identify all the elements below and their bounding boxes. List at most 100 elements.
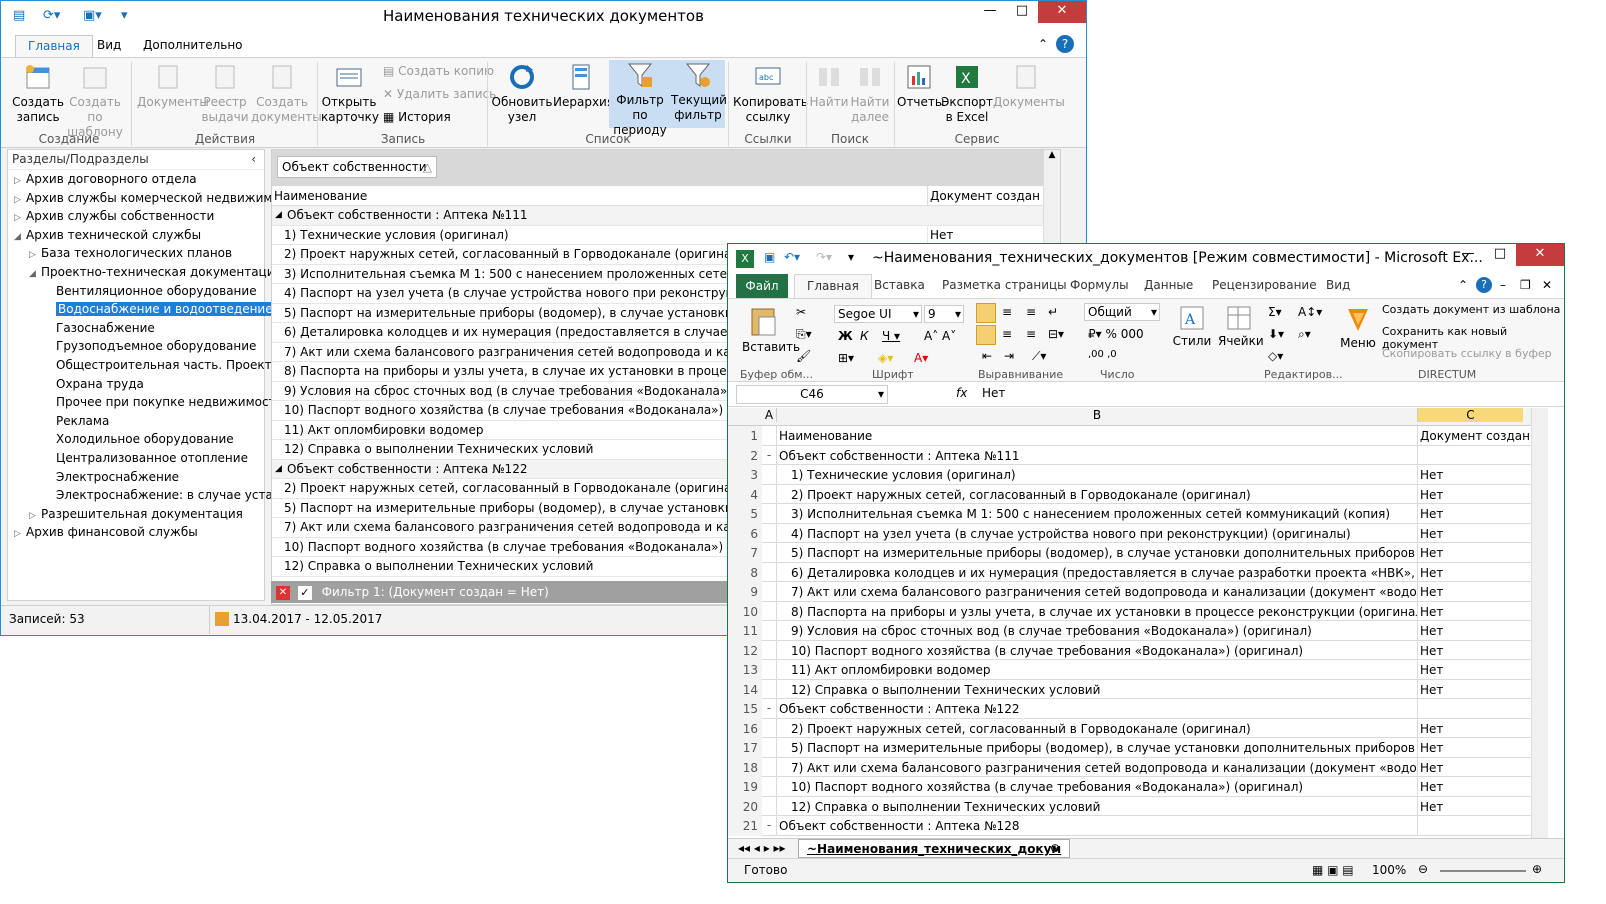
cell-c[interactable]: Нет <box>1417 582 1523 602</box>
row-number[interactable]: 2 <box>728 445 762 465</box>
close-button[interactable]: ✕ <box>1038 1 1086 23</box>
cell-a[interactable] <box>762 504 776 524</box>
cell-b[interactable]: 7) Акт или схема балансового разграничен… <box>776 582 1417 602</box>
row-number[interactable]: 3 <box>728 465 762 485</box>
tree-item[interactable]: Централизованное отопление <box>8 449 264 468</box>
tab-page-layout[interactable]: Разметка страницы <box>942 278 1067 292</box>
row-number[interactable]: 12 <box>728 640 762 660</box>
column-name-header[interactable]: Наименование <box>274 189 367 203</box>
cell-c[interactable]: Нет <box>1417 660 1523 680</box>
cell-c[interactable]: Нет <box>1417 621 1523 641</box>
tab-view[interactable]: Вид <box>1326 278 1350 292</box>
row-number[interactable]: 13 <box>728 660 762 680</box>
excel-app-icon[interactable]: X <box>736 250 754 268</box>
sheet-row[interactable]: 10 8) Паспорта на приборы и узлы учета, в… <box>728 601 1548 621</box>
reports-button[interactable]: Отчеты <box>897 62 944 110</box>
paste-button[interactable]: Вставить <box>742 305 800 354</box>
sheet-row[interactable]: 1 Наименование Документ создан <box>728 426 1548 446</box>
sheet-vscroll[interactable] <box>1531 408 1548 838</box>
tree-item[interactable]: ▷ База технологических планов <box>8 244 264 263</box>
cell-a[interactable]: - <box>762 699 776 719</box>
row-number[interactable]: 6 <box>728 523 762 543</box>
row-number[interactable]: 4 <box>728 484 762 504</box>
tree-item[interactable]: ▷ Архив службы собственности <box>8 207 264 226</box>
create-from-template-button[interactable]: Создать документ из шаблона <box>1382 303 1560 316</box>
cell-c[interactable]: Нет <box>1417 601 1523 621</box>
cell-a[interactable] <box>762 777 776 797</box>
cell-c[interactable]: Нет <box>1417 757 1523 777</box>
view-mode-icons[interactable]: ▦ ▣ ▤ <box>1312 863 1354 877</box>
row-number[interactable]: 19 <box>728 777 762 797</box>
tree-item[interactable]: Реклама <box>8 412 264 431</box>
collapse-group-icon[interactable]: ◢ <box>275 206 282 225</box>
excel-maximize-button[interactable]: □ <box>1484 244 1516 266</box>
tree-item[interactable]: ◢ Архив технической службы <box>8 226 264 245</box>
sheet-tab-active[interactable]: ~Наименования_технических_докум <box>798 839 1071 858</box>
cell-c[interactable] <box>1417 816 1523 836</box>
align-top-button[interactable] <box>976 303 996 323</box>
tree-item[interactable]: ◢ Проектно-техническая документация <box>8 263 282 283</box>
zoom-out-icon[interactable]: ⊖ <box>1418 862 1428 876</box>
registry-button[interactable]: Реестр выдачи <box>201 62 249 125</box>
cell-a[interactable] <box>762 543 776 563</box>
italic-button[interactable]: К <box>860 329 869 343</box>
cell-b[interactable]: 5) Паспорт на измерительные приборы (вод… <box>776 543 1417 563</box>
excel-close-button[interactable]: ✕ <box>1516 244 1564 266</box>
tree-expander-icon[interactable]: ▷ <box>29 246 41 264</box>
row-number[interactable]: 18 <box>728 757 762 777</box>
autosum-icon[interactable]: Σ▾ <box>1268 305 1282 319</box>
tree-item[interactable]: Электроснабжение <box>8 468 264 487</box>
cell-a[interactable] <box>762 758 776 778</box>
cell-c[interactable]: Нет <box>1417 465 1523 485</box>
tree-expander-icon[interactable]: ▷ <box>14 172 26 190</box>
align-middle-button[interactable]: ≡ <box>1002 305 1012 319</box>
cell-a[interactable] <box>762 524 776 544</box>
row-number[interactable]: 8 <box>728 562 762 582</box>
create-documents-button[interactable]: Создать документы <box>251 62 322 125</box>
cell-b[interactable]: 10) Паспорт водного хозяйства (в случае … <box>776 777 1417 797</box>
export-excel-button[interactable]: X Экспорт в Excel <box>941 62 993 125</box>
cell-b[interactable]: Наименование <box>776 426 1417 446</box>
cell-b[interactable]: Объект собственности : Аптека №122 <box>776 699 1417 719</box>
fx-icon[interactable]: fx <box>956 386 967 400</box>
sheet-row[interactable]: 5 3) Исполнительная съемка М 1: 500 с нан… <box>728 504 1548 524</box>
cell-c[interactable]: Нет <box>1417 543 1523 563</box>
cell-a[interactable]: - <box>762 816 776 836</box>
cell-a[interactable] <box>762 426 776 446</box>
documents-button[interactable]: Документы <box>137 62 209 110</box>
cell-b[interactable]: 12) Справка о выполнении Технических усл… <box>776 796 1417 816</box>
tree-item[interactable]: Охрана труда <box>8 375 264 394</box>
cell-b[interactable]: 9) Условия на сброс сточных вод (в случа… <box>776 621 1417 641</box>
maximize-button[interactable]: □ <box>1006 1 1038 23</box>
number-format-select[interactable]: Общий ▾ <box>1084 303 1160 321</box>
cut-icon[interactable]: ✂ <box>796 305 806 319</box>
cell-c[interactable] <box>1417 445 1523 465</box>
fill-icon[interactable]: ⬇▾ <box>1268 327 1284 341</box>
row-number[interactable]: 20 <box>728 796 762 816</box>
cell-a[interactable] <box>762 485 776 505</box>
period-range[interactable]: 13.04.2017 - 12.05.2017 <box>233 612 382 626</box>
tab-excel-home[interactable]: Главная <box>794 274 872 298</box>
cells-button[interactable]: Ячейки <box>1218 305 1264 348</box>
tree-expander-icon[interactable]: ◢ <box>29 265 41 283</box>
clear-icon[interactable]: ◇▾ <box>1268 349 1283 363</box>
sheet-row[interactable]: 14 12) Справка о выполнении Технических у… <box>728 679 1548 700</box>
tab-additional[interactable]: Дополнительно <box>131 35 255 57</box>
cell-a[interactable] <box>762 680 776 700</box>
zoom-slider[interactable] <box>1440 870 1526 872</box>
copy-link-button[interactable]: abc Копировать ссылку <box>733 62 808 125</box>
column-c-header[interactable]: C <box>1417 408 1523 422</box>
history-button[interactable]: ▦ История <box>383 110 451 124</box>
cell-c[interactable] <box>1417 699 1523 719</box>
sheet-row[interactable]: 21- Объект собственности : Аптека №128 <box>728 816 1548 836</box>
cell-a[interactable] <box>762 621 776 641</box>
customize-qa-icon[interactable]: ▾ <box>848 250 854 264</box>
tree-expander-icon[interactable]: ◢ <box>14 228 26 246</box>
cell-b[interactable]: 6) Деталировка колодцев и их нумерация (… <box>776 562 1417 582</box>
collapse-panel-icon[interactable]: ‹ <box>251 152 256 166</box>
open-card-button[interactable]: Открыть карточку <box>321 62 379 125</box>
sheet-row[interactable]: 18 7) Акт или схема балансового разгранич… <box>728 757 1548 778</box>
cell-b[interactable]: 7) Акт или схема балансового разграничен… <box>776 757 1417 777</box>
tab-review[interactable]: Рецензирование <box>1212 278 1317 292</box>
wrap-text-icon[interactable]: ↵ <box>1048 305 1058 319</box>
